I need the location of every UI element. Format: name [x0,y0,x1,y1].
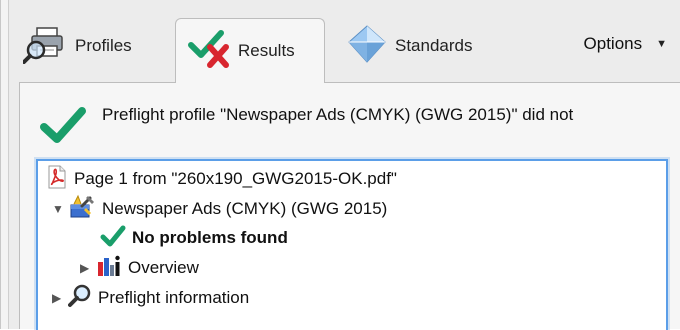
status-message: Preflight profile "Newspaper Ads (CMYK) … [102,105,574,124]
results-panel: Preflight profile "Newspaper Ads (CMYK) … [19,82,680,330]
printer-magnifier-icon [22,24,69,69]
tree-page-label: Page 1 from "260x190_GWG2015-OK.pdf" [74,169,397,188]
tab-profiles[interactable]: Profiles [22,20,132,72]
tab-results-label: Results [238,41,295,60]
tree-profile-label: Newspaper Ads (CMYK) (GWG 2015) [102,199,388,218]
disclosure-expanded-icon[interactable]: ▼ [52,202,68,216]
tab-results[interactable]: Results [175,18,325,83]
left-edge-strip [1,0,9,329]
magnifier-icon [68,284,92,313]
results-tree[interactable]: Page 1 from "260x190_GWG2015-OK.pdf" ▼ N… [36,159,668,330]
tab-standards-label: Standards [395,36,473,55]
preflight-window: Profiles Results Standards Options ▼ Pre… [0,0,680,330]
options-menu[interactable]: Options ▼ [584,34,667,54]
check-cross-icon [188,29,232,74]
green-check-small-icon [100,225,126,252]
pdf-icon [46,165,68,194]
options-label: Options [583,34,643,53]
tab-standards[interactable]: Standards [345,20,473,72]
tree-row-info[interactable]: ▶ Preflight information [52,284,249,312]
tab-profiles-label: Profiles [75,36,132,55]
disclosure-collapsed-icon[interactable]: ▶ [52,291,68,305]
disclosure-collapsed-icon[interactable]: ▶ [80,261,96,275]
tab-bar: Profiles Results Standards Options ▼ [9,0,680,83]
chevron-down-icon: ▼ [656,38,667,50]
tree-row-overview[interactable]: ▶ Overview [80,254,199,282]
tree-overview-label: Overview [128,258,199,277]
tree-info-label: Preflight information [98,288,250,307]
overview-chart-icon [96,254,122,283]
diamond-icon [345,24,389,69]
green-check-icon [40,105,86,145]
tree-row-result[interactable]: No problems found [100,224,288,252]
tree-row-profile[interactable]: ▼ Newspaper Ads (CMYK) (GWG 2015) [52,194,388,225]
tree-row-page[interactable]: Page 1 from "260x190_GWG2015-OK.pdf" [46,165,397,193]
profile-toolbox-icon [68,194,96,225]
tree-result-label: No problems found [132,228,288,247]
